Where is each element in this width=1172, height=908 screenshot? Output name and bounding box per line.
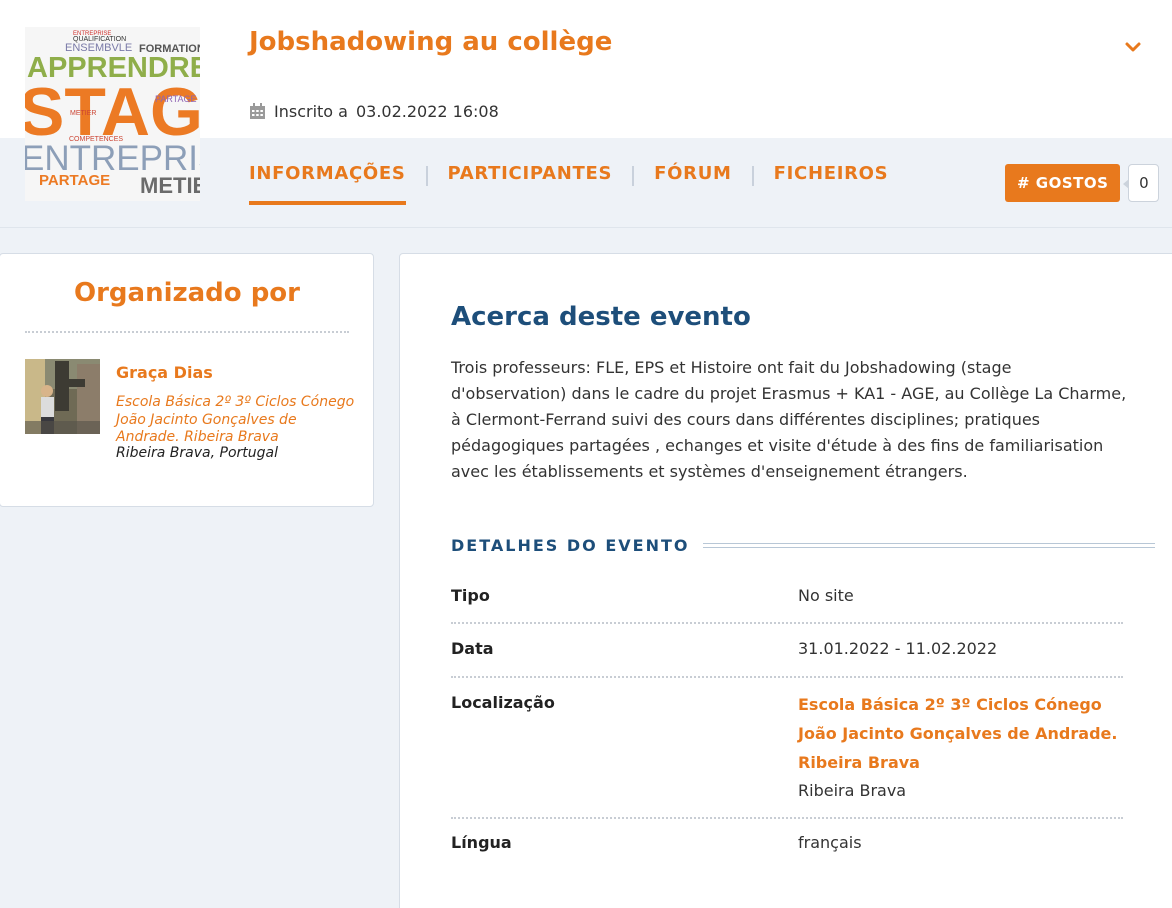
detail-row-tipo: Tipo No site [451, 586, 1123, 624]
organizer-heading: Organizado por [73, 278, 300, 308]
avatar[interactable] [25, 359, 100, 434]
details-header: DETALHES DO EVENTO [451, 536, 1156, 555]
tab-participantes[interactable]: PARTICIPANTES [448, 163, 613, 205]
organizer-location: Ribeira Brava, Portugal [116, 445, 278, 461]
detail-label: Localização [451, 693, 555, 712]
likes-button[interactable]: # GOSTOS [1005, 164, 1121, 202]
organizer-school: Escola Básica 2º 3º Ciclos Cónego João J… [116, 394, 355, 445]
thumb-word: METIER [70, 110, 96, 117]
location-link[interactable]: Escola Básica 2º 3º Ciclos Cónego João J… [798, 690, 1118, 777]
thumb-word: METIER [140, 173, 200, 198]
likes-widget: # GOSTOS 0 [1005, 164, 1160, 202]
organizer-name[interactable]: Graça Dias [116, 363, 213, 382]
event-details-card: Acerca deste evento Trois professeurs: F… [399, 253, 1172, 908]
detail-value: français [798, 833, 862, 852]
detail-value: 31.01.2022 - 11.02.2022 [798, 639, 998, 658]
detail-label: Língua [451, 833, 512, 852]
tab-informacoes[interactable]: INFORMAÇÕES [249, 163, 406, 205]
detail-label: Tipo [451, 586, 490, 605]
thumb-word: PARTAGE [155, 94, 197, 104]
details-heading: DETALHES DO EVENTO [451, 536, 690, 555]
detail-value: Escola Básica 2º 3º Ciclos Cónego João J… [798, 690, 1118, 804]
detail-row-localizacao: Localização Escola Básica 2º 3º Ciclos C… [451, 690, 1123, 819]
about-heading: Acerca deste evento [451, 302, 751, 332]
tab-divider [632, 166, 635, 186]
tab-ficheiros[interactable]: FICHEIROS [774, 163, 889, 205]
detail-label: Data [451, 639, 494, 658]
tab-divider [751, 166, 754, 186]
organizer-divider [25, 331, 349, 333]
event-header: ENTREPRISE QUALIFICATION ENSEMBVLE FORMA… [0, 0, 1172, 228]
event-tabs: INFORMAÇÕES PARTICIPANTES FÓRUM FICHEIRO… [249, 163, 888, 205]
calendar-icon [249, 103, 266, 120]
subscribed-label: Inscrito a [274, 102, 348, 121]
about-description: Trois professeurs: FLE, EPS et Histoire … [451, 358, 1127, 481]
tab-divider [425, 166, 428, 186]
detail-row-lingua: Língua français [451, 833, 1123, 873]
location-city: Ribeira Brava [798, 781, 907, 800]
subscription-info: Inscrito a 03.02.2022 16:08 [249, 102, 499, 121]
organizer-card: Organizado por Graça Dias Escola Básica … [0, 253, 374, 507]
subscribed-date: 03.02.2022 16:08 [355, 102, 499, 121]
event-title: Jobshadowing au collège [249, 27, 613, 57]
chevron-down-icon[interactable] [1122, 36, 1144, 58]
detail-value: No site [798, 586, 854, 605]
detail-row-data: Data 31.01.2022 - 11.02.2022 [451, 639, 1123, 678]
event-thumbnail: ENTREPRISE QUALIFICATION ENSEMBVLE FORMA… [25, 27, 200, 201]
likes-count: 0 [1123, 164, 1160, 202]
details-header-line [703, 543, 1156, 548]
tab-forum[interactable]: FÓRUM [654, 163, 732, 205]
thumb-word: PARTAGE [39, 172, 110, 189]
